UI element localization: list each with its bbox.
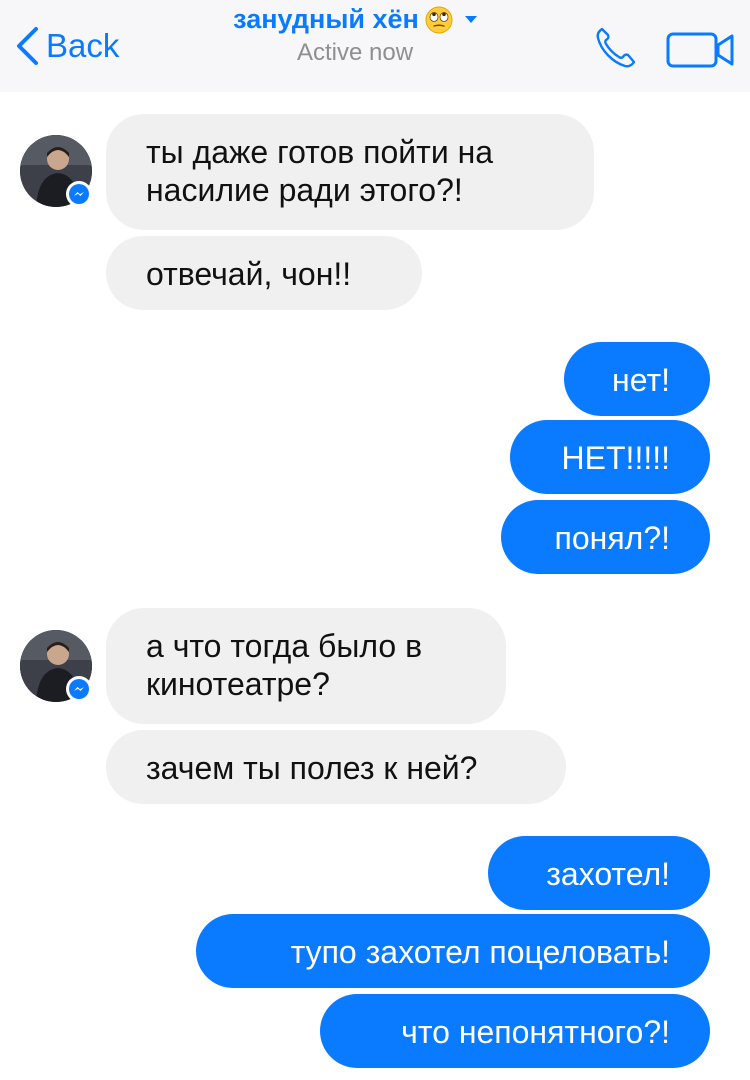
rolling-eyes-emoji-icon (425, 6, 453, 33)
message-bubble-outgoing[interactable]: НЕТ!!!!! (510, 420, 710, 494)
conversation-header: Back занудный хён Active now (0, 0, 750, 92)
video-camera-icon[interactable] (666, 30, 736, 70)
messenger-badge (66, 181, 92, 207)
phone-icon[interactable] (592, 24, 640, 72)
back-label: Back (46, 27, 120, 64)
contact-info[interactable]: занудный хён Active now (190, 4, 520, 67)
active-status: Active now (296, 39, 414, 66)
message-bubble-outgoing[interactable]: тупо захотел поцеловать! (196, 914, 710, 988)
back-button[interactable]: Back (14, 20, 119, 72)
chevron-down-icon (464, 16, 477, 23)
contact-name: занудный хён (233, 4, 419, 34)
message-bubble-outgoing[interactable]: что непонятного?! (320, 994, 710, 1068)
message-bubble-outgoing[interactable]: нет! (564, 342, 710, 416)
message-bubble-incoming[interactable]: ты даже готов пойти на насилие ради этог… (106, 114, 594, 230)
message-bubble-outgoing[interactable]: понял?! (501, 500, 710, 574)
contact-title[interactable]: занудный хён (233, 4, 477, 35)
chevron-left-icon (17, 27, 38, 65)
message-bubble-incoming[interactable]: а что тогда было в кинотеатре? (106, 608, 506, 724)
message-bubble-incoming[interactable]: зачем ты полез к ней? (106, 730, 566, 804)
messenger-badge (66, 676, 92, 702)
messenger-badge-icon (74, 687, 84, 691)
messenger-badge-icon (74, 192, 84, 196)
message-bubble-outgoing[interactable]: захотел! (488, 836, 710, 910)
message-bubble-incoming[interactable]: отвечай, чон!! (106, 236, 422, 310)
